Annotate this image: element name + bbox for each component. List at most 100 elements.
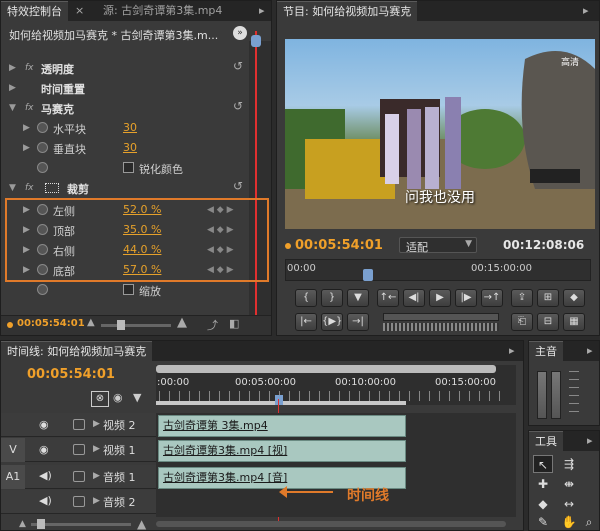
track-target-v[interactable]: V xyxy=(1,438,25,462)
toggle-icon[interactable]: ◧ xyxy=(229,317,239,330)
lock-toggle-icon[interactable] xyxy=(73,444,85,455)
sharpen-checkbox[interactable] xyxy=(123,162,134,173)
mark-in-icon[interactable]: { xyxy=(295,289,317,307)
mini-playhead-handle-icon[interactable] xyxy=(251,35,261,47)
reset-icon[interactable]: ↺ xyxy=(233,59,243,73)
expand-arrow-icon[interactable]: ▶ xyxy=(93,444,100,454)
expand-arrow-icon[interactable]: ▶ xyxy=(93,471,100,481)
shuttle-slider[interactable] xyxy=(383,313,499,321)
expand-arrow-icon[interactable]: ▶ xyxy=(23,265,30,275)
panel-menu-icon[interactable]: ▸ xyxy=(509,344,515,357)
expand-arrow-icon[interactable]: ▶ xyxy=(93,496,100,506)
tab-source[interactable]: 源: 古剑奇谭第3集.mp4 xyxy=(97,1,228,21)
tab-effect-controls[interactable]: 特效控制台 xyxy=(1,1,68,21)
go-to-in-icon[interactable]: ↑← xyxy=(377,289,399,307)
expand-arrow-icon[interactable]: ▶ xyxy=(23,205,30,215)
param-v-blocks-value[interactable]: 30 xyxy=(123,141,137,154)
safe-margins-icon[interactable]: ⊟ xyxy=(537,313,559,331)
track-target-a[interactable]: A1 xyxy=(1,465,25,489)
expand-arrow-icon[interactable]: ▶ xyxy=(23,123,30,133)
lift-icon[interactable]: ⇪ xyxy=(511,289,533,307)
stopwatch-icon[interactable] xyxy=(37,122,48,133)
stopwatch-icon[interactable] xyxy=(37,284,48,295)
step-back-icon[interactable]: ◀| xyxy=(403,289,425,307)
lock-toggle-icon[interactable] xyxy=(73,471,85,482)
param-top-value[interactable]: 35.0 % xyxy=(123,223,161,236)
play-icon[interactable]: ▶ xyxy=(429,289,451,307)
collapse-icon[interactable]: » xyxy=(233,26,247,40)
stopwatch-icon[interactable] xyxy=(37,162,48,173)
fit-select[interactable]: 适配 ▼ xyxy=(399,237,477,254)
tab-menu-icon[interactable]: × xyxy=(75,4,84,17)
extract-icon[interactable]: ⊞ xyxy=(537,289,559,307)
keyframe-nav-icon[interactable]: ◀ ◆ ▶ xyxy=(207,245,234,255)
zoom-out-icon[interactable]: ▲ xyxy=(87,317,95,328)
effect-timecode[interactable]: 00:05:54:01 xyxy=(17,318,85,329)
tab-program[interactable]: 节目: 如何给视频加马赛克 xyxy=(277,1,418,21)
zoom-slider-thumb[interactable] xyxy=(117,320,125,330)
keyframe-nav-icon[interactable]: ◀ ◆ ▶ xyxy=(207,225,234,235)
param-right-value[interactable]: 44.0 % xyxy=(123,243,161,256)
lock-toggle-icon[interactable] xyxy=(73,496,85,507)
go-to-out-icon[interactable]: →↑ xyxy=(481,289,503,307)
stopwatch-icon[interactable] xyxy=(37,142,48,153)
timeline-timecode[interactable]: 00:05:54:01 xyxy=(27,367,115,382)
program-ruler[interactable] xyxy=(285,259,591,281)
settings-icon[interactable]: ◆ xyxy=(563,289,585,307)
param-left-value[interactable]: 52.0 % xyxy=(123,203,161,216)
timeline-zoom-out-icon[interactable]: ▲ xyxy=(19,519,26,529)
pen-tool-icon[interactable]: ✎ xyxy=(533,513,553,531)
jog-wheel[interactable] xyxy=(383,323,499,331)
effect-crop[interactable]: 裁剪 xyxy=(67,181,89,197)
zoom-in-icon[interactable]: ▲ xyxy=(177,315,187,330)
program-playhead-icon[interactable] xyxy=(363,269,373,281)
lock-toggle-icon[interactable] xyxy=(73,419,85,430)
clip-video1[interactable]: 古剑奇谭第3集.mp4 [视] xyxy=(158,440,406,462)
speaker-icon[interactable]: ◀) xyxy=(39,469,52,482)
effect-opacity[interactable]: 透明度 xyxy=(41,61,74,77)
tab-tools[interactable]: 工具 xyxy=(529,431,563,451)
reset-icon[interactable]: ↺ xyxy=(233,99,243,113)
razor-tool-icon[interactable]: ◆ xyxy=(533,495,553,513)
zoom-slider[interactable] xyxy=(101,324,171,327)
timeline-zoom-thumb[interactable] xyxy=(37,519,45,529)
play-in-out-icon[interactable]: {▶} xyxy=(321,313,343,331)
expand-arrow-icon[interactable]: ▶ xyxy=(9,63,16,73)
expand-arrow-icon[interactable]: ▶ xyxy=(93,419,100,429)
stopwatch-icon[interactable] xyxy=(37,224,48,235)
eye-icon[interactable]: ◉ xyxy=(39,443,49,456)
timeline-zoom-bar[interactable] xyxy=(156,365,496,373)
panel-menu-icon[interactable]: ▸ xyxy=(583,4,589,17)
collapse-arrow-icon[interactable]: ▼ xyxy=(9,103,16,113)
clip-video2[interactable]: 古剑奇谭第 3集.mp4 xyxy=(158,415,406,437)
reset-icon[interactable]: ↺ xyxy=(233,179,243,193)
expand-arrow-icon[interactable]: ▶ xyxy=(23,143,30,153)
snap-icon[interactable]: ⊗ xyxy=(91,391,109,407)
timeline-zoom-in-icon[interactable]: ▲ xyxy=(137,517,146,531)
set-marker-icon[interactable]: ▼ xyxy=(347,289,369,307)
param-h-blocks-value[interactable]: 30 xyxy=(123,121,137,134)
track-select-tool-icon[interactable]: ⇶ xyxy=(559,455,579,473)
slip-tool-icon[interactable]: ↔ xyxy=(559,495,579,513)
expand-arrow-icon[interactable]: ▶ xyxy=(23,225,30,235)
keyframe-nav-icon[interactable]: ◀ ◆ ▶ xyxy=(207,265,234,275)
expand-arrow-icon[interactable]: ▶ xyxy=(23,245,30,255)
marker-icon[interactable]: ◉ xyxy=(113,391,123,404)
timeline-zoom-slider[interactable] xyxy=(31,523,131,526)
tab-audio-master[interactable]: 主音 xyxy=(529,341,563,361)
panel-menu-icon[interactable]: ▸ xyxy=(259,4,265,17)
keyframe-nav-icon[interactable]: ◀ ◆ ▶ xyxy=(207,205,234,215)
param-bottom-value[interactable]: 57.0 % xyxy=(123,263,161,276)
ripple-edit-tool-icon[interactable]: ✚ xyxy=(533,475,553,493)
go-prev-edit-icon[interactable]: |← xyxy=(295,313,317,331)
hand-tool-icon[interactable]: ✋ xyxy=(559,513,579,531)
stopwatch-icon[interactable] xyxy=(37,244,48,255)
program-timecode[interactable]: 00:05:54:01 xyxy=(295,238,383,253)
panel-menu-icon[interactable]: ▸ xyxy=(587,434,593,447)
zoom-checkbox[interactable] xyxy=(123,284,134,295)
effect-time-remap[interactable]: 时间重置 xyxy=(41,81,85,97)
zoom-tool-icon[interactable]: ⌕ xyxy=(579,513,599,531)
selection-tool-icon[interactable]: ↖ xyxy=(533,455,553,473)
add-marker-icon[interactable]: ▼ xyxy=(133,391,141,404)
eye-icon[interactable]: ◉ xyxy=(39,418,49,431)
